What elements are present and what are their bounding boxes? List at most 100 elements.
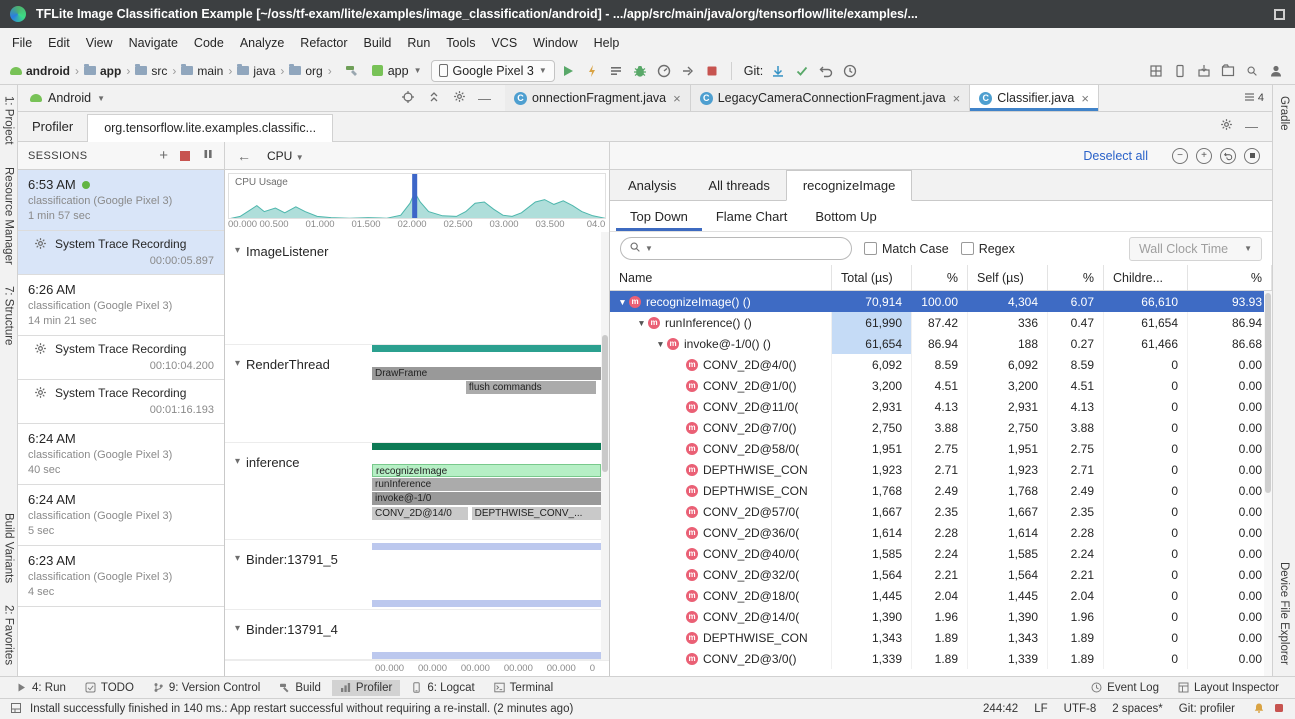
notification-bell-icon[interactable] bbox=[1253, 702, 1265, 717]
table-row[interactable]: ▼mCONV_2D@4/0()6,0928.596,0928.5900.00 bbox=[610, 354, 1272, 375]
close-tab-icon[interactable]: × bbox=[1081, 91, 1089, 106]
zoom-out-icon[interactable]: − bbox=[1172, 148, 1188, 164]
expand-arrow-icon[interactable]: ▼ bbox=[616, 297, 629, 307]
tool-button-profiler[interactable]: Profiler bbox=[332, 680, 400, 696]
column-header-name[interactable]: Name bbox=[610, 265, 832, 290]
stripe-button-build-variants[interactable]: Build Variants bbox=[3, 513, 15, 583]
status-git-profiler[interactable]: Git: profiler bbox=[1179, 703, 1235, 715]
search-input[interactable] bbox=[657, 242, 843, 256]
breadcrumb-item-src[interactable]: src bbox=[133, 62, 169, 80]
user-avatar-icon[interactable] bbox=[1265, 60, 1287, 82]
stripe-button-device-file-explorer[interactable]: Device File Explorer bbox=[1278, 562, 1290, 665]
session-item[interactable]: 6:24 AMclassification (Google Pixel 3)40… bbox=[18, 424, 224, 485]
thread-state-bar[interactable] bbox=[372, 443, 601, 450]
commit-button[interactable] bbox=[791, 60, 813, 82]
close-tab-icon[interactable]: × bbox=[673, 91, 681, 106]
match-case-checkbox[interactable] bbox=[864, 242, 877, 255]
update-project-button[interactable] bbox=[767, 60, 789, 82]
menu-item-file[interactable]: File bbox=[4, 32, 40, 54]
thread-toggle[interactable]: ▾inference bbox=[225, 443, 372, 539]
stripe-button-7-structure[interactable]: 7: Structure bbox=[3, 286, 15, 345]
subtab-top-down[interactable]: Top Down bbox=[616, 201, 702, 231]
tool-button-9-version-control[interactable]: 9: Version Control bbox=[145, 680, 268, 696]
stripe-button-1-project[interactable]: 1: Project bbox=[3, 96, 15, 145]
expand-arrow-icon[interactable]: ▼ bbox=[654, 339, 667, 349]
breadcrumb-item-android[interactable]: android bbox=[8, 62, 72, 80]
attach-debugger-button[interactable] bbox=[677, 60, 699, 82]
expand-arrow-icon[interactable]: ▼ bbox=[635, 318, 648, 328]
menu-item-navigate[interactable]: Navigate bbox=[121, 32, 186, 54]
editor-tab-classifier-java[interactable]: CClassifier.java× bbox=[970, 85, 1099, 111]
stripe-button-2-favorites[interactable]: 2: Favorites bbox=[3, 605, 15, 665]
table-row[interactable]: ▼mCONV_2D@57/0(1,6672.351,6672.3500.00 bbox=[610, 501, 1272, 522]
apply-code-changes-button[interactable] bbox=[605, 60, 627, 82]
trace-event-bar[interactable]: DrawFrame bbox=[372, 367, 601, 380]
column-header-total-s[interactable]: Total (µs) bbox=[832, 265, 912, 290]
session-item[interactable]: 6:53 AMclassification (Google Pixel 3)1 … bbox=[18, 170, 224, 231]
build-hammer-icon[interactable] bbox=[341, 60, 363, 82]
menu-item-analyze[interactable]: Analyze bbox=[232, 32, 292, 54]
analysis-tab-all-threads[interactable]: All threads bbox=[692, 170, 785, 200]
column-header-pct[interactable]: % bbox=[1048, 265, 1104, 290]
menu-item-view[interactable]: View bbox=[78, 32, 121, 54]
new-session-button[interactable]: + bbox=[159, 148, 168, 163]
tool-button-6-logcat[interactable]: 6: Logcat bbox=[403, 680, 482, 696]
search-box[interactable]: ▼ bbox=[620, 237, 852, 260]
rollback-button[interactable] bbox=[815, 60, 837, 82]
analysis-tab-recognizeimage[interactable]: recognizeImage bbox=[786, 170, 913, 201]
breadcrumb-item-app[interactable]: app bbox=[82, 62, 123, 80]
table-row[interactable]: ▼mCONV_2D@36/0(1,6142.281,6142.2800.00 bbox=[610, 522, 1272, 543]
stop-button[interactable] bbox=[701, 60, 723, 82]
column-header-pct[interactable]: % bbox=[912, 265, 968, 290]
zoom-to-selection-icon[interactable] bbox=[1244, 148, 1260, 164]
trace-recording-item[interactable]: System Trace Recording00:10:04.200 bbox=[18, 336, 224, 380]
stop-session-button[interactable] bbox=[180, 151, 190, 161]
deselect-all-link[interactable]: Deselect all bbox=[1083, 149, 1148, 163]
table-row[interactable]: ▼mrunInference() ()61,99087.423360.4761,… bbox=[610, 312, 1272, 333]
run-button[interactable] bbox=[557, 60, 579, 82]
tool-button-terminal[interactable]: Terminal bbox=[486, 680, 561, 696]
subtab-bottom-up[interactable]: Bottom Up bbox=[801, 201, 890, 231]
menu-item-code[interactable]: Code bbox=[186, 32, 232, 54]
trace-recording-item[interactable]: System Trace Recording00:00:05.897 bbox=[18, 231, 224, 275]
run-config-selector[interactable]: app ▼ bbox=[365, 62, 429, 80]
table-row[interactable]: ▼mCONV_2D@14/0(1,3901.961,3901.9600.00 bbox=[610, 606, 1272, 627]
menu-item-refactor[interactable]: Refactor bbox=[292, 32, 355, 54]
reset-zoom-icon[interactable] bbox=[1220, 148, 1236, 164]
status-244-42[interactable]: 244:42 bbox=[983, 703, 1018, 715]
hide-panel-icon[interactable]: — bbox=[478, 92, 491, 105]
column-header-pct[interactable]: % bbox=[1188, 265, 1272, 290]
stripe-button-resource-manager[interactable]: Resource Manager bbox=[3, 167, 15, 265]
back-arrow-icon[interactable]: ← bbox=[237, 148, 251, 164]
stripe-button-gradle[interactable]: Gradle bbox=[1278, 96, 1290, 131]
debug-button[interactable] bbox=[629, 60, 651, 82]
table-row[interactable]: ▼mDEPTHWISE_CON1,9232.711,9232.7100.00 bbox=[610, 459, 1272, 480]
tool-button-todo[interactable]: TODO bbox=[77, 680, 142, 696]
window-controls-icon[interactable] bbox=[1274, 9, 1285, 20]
zoom-in-icon[interactable]: + bbox=[1196, 148, 1212, 164]
device-selector[interactable]: Google Pixel 3 ▼ bbox=[431, 60, 555, 82]
table-row[interactable]: ▼mrecognizeImage() ()70,914100.004,3046.… bbox=[610, 291, 1272, 312]
trace-event-bar[interactable]: runInference bbox=[372, 478, 601, 491]
clock-type-selector[interactable]: Wall Clock Time ▼ bbox=[1129, 237, 1262, 261]
pause-session-button[interactable] bbox=[202, 148, 214, 163]
close-tab-icon[interactable]: × bbox=[953, 91, 961, 106]
hidden-tabs-button[interactable]: 4 bbox=[1244, 92, 1264, 105]
hide-panel-icon[interactable]: — bbox=[1245, 120, 1258, 133]
thread-toggle[interactable]: ▾RenderThread bbox=[225, 345, 372, 442]
thread-state-bar[interactable] bbox=[372, 345, 601, 352]
session-item[interactable]: 6:26 AMclassification (Google Pixel 3)14… bbox=[18, 275, 224, 336]
search-everywhere-button[interactable] bbox=[1241, 60, 1263, 82]
tool-button-event-log[interactable]: Event Log bbox=[1083, 680, 1167, 696]
status-message[interactable]: Install successfully finished in 140 ms.… bbox=[30, 703, 967, 715]
thread-state-bar[interactable] bbox=[372, 543, 601, 550]
tool-button-build[interactable]: Build bbox=[271, 680, 329, 696]
thread-toggle[interactable]: ▾Binder:13791_5 bbox=[225, 540, 372, 609]
trace-event-bar[interactable]: invoke@-1/0 bbox=[372, 492, 601, 505]
trace-event-bar[interactable]: flush commands bbox=[466, 381, 597, 394]
collapse-all-icon[interactable] bbox=[427, 90, 441, 107]
match-case-option[interactable]: Match Case bbox=[864, 242, 949, 256]
analysis-tab-analysis[interactable]: Analysis bbox=[612, 170, 692, 200]
table-row[interactable]: ▼mCONV_2D@7/0()2,7503.882,7503.8800.00 bbox=[610, 417, 1272, 438]
thread-state-bar[interactable] bbox=[372, 600, 601, 607]
